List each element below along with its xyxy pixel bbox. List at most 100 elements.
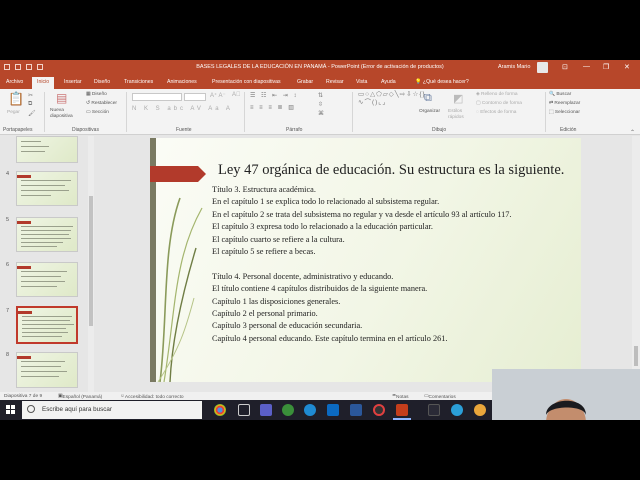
app-icon[interactable] (428, 404, 440, 416)
thumbnail-number: 8 (6, 352, 10, 358)
tab-grabar[interactable]: Grabar (297, 79, 313, 85)
shape-outline-button[interactable]: ▢ Contorno de forma (476, 101, 522, 106)
align-text-icon[interactable]: ⇳ (318, 101, 323, 108)
slide-thumbnail-7[interactable] (16, 306, 78, 344)
windows-start-button[interactable] (6, 405, 16, 415)
ribbon-display-options-icon[interactable]: ⊡ (562, 63, 568, 71)
list-icons[interactable]: ☰ ☷ ⇤ ⇥ ↕ (250, 92, 298, 99)
shape-fill-button[interactable]: ◈ Relleno de forma (476, 92, 518, 97)
copy-icon[interactable]: ⧉ (28, 101, 32, 108)
thumb-line (21, 195, 51, 196)
font-name-combo[interactable] (132, 93, 182, 101)
restore-button[interactable]: ❐ (603, 63, 609, 71)
shape-effects-button[interactable]: ◌ Efectos de forma (476, 110, 516, 115)
group-portapapeles: Portapapeles (3, 127, 33, 133)
thumbnail-scrollbar[interactable] (88, 136, 94, 392)
grow-font-icon[interactable]: A⁺ A⁻ (210, 92, 226, 99)
tell-me-label: ¿Qué desea hacer? (422, 79, 469, 85)
app-icon[interactable] (282, 404, 294, 416)
powerpoint-icon[interactable] (396, 404, 408, 416)
slide-line: El capítulo 3 expresa todo lo relacionad… (212, 222, 433, 232)
app-icon[interactable] (474, 404, 486, 416)
quick-styles-button[interactable]: Estilos rápidos (448, 109, 470, 121)
task-view-icon[interactable] (238, 404, 250, 416)
new-slide-button[interactable]: Nueva diapositiva (50, 108, 80, 120)
quick-styles-icon[interactable]: ◩ (453, 92, 463, 105)
align-icons[interactable]: ≡ ≡ ≡ ≣ ▥ (250, 104, 296, 111)
text-direction-icon[interactable]: ⇅ (318, 92, 323, 99)
taskbar-search-box[interactable]: Escribe aquí para buscar (22, 401, 202, 419)
tab-archivo[interactable]: Archivo (6, 79, 23, 85)
font-size-combo[interactable] (184, 93, 206, 101)
tell-me-search[interactable]: 💡 ¿Qué desea hacer? (415, 79, 469, 85)
tab-revisar[interactable]: Revisar (326, 79, 344, 85)
collapse-ribbon-icon[interactable]: ⌃ (630, 129, 635, 136)
slide-scrollbar[interactable] (632, 136, 640, 392)
slide-title[interactable]: Ley 47 orgánica de educación. Su estruct… (218, 162, 564, 179)
tab-inicio[interactable]: Inicio (32, 77, 55, 89)
word-icon[interactable] (350, 404, 362, 416)
clear-format-icon[interactable]: A⃠ (232, 92, 241, 98)
replace-button[interactable]: ⇄ Reemplazar (549, 101, 580, 106)
select-button[interactable]: ⬚ Seleccionar (549, 110, 580, 115)
reset-button[interactable]: ↺ Restablecer (86, 101, 117, 106)
user-name[interactable]: Aramis Mario (498, 64, 530, 70)
recorder-icon[interactable] (373, 404, 385, 416)
letterbox-top (0, 0, 640, 60)
current-slide[interactable]: Ley 47 orgánica de educación. Su estruct… (150, 138, 581, 382)
arrange-icon[interactable]: ⧉ (424, 92, 432, 105)
language-status[interactable]: ▣ Español (Panamá) (58, 394, 102, 401)
find-button[interactable]: 🔍 Buscar (549, 92, 571, 97)
cut-icon[interactable]: ✂ (28, 92, 33, 99)
format-painter-icon[interactable]: 🖌 (28, 110, 36, 117)
edge-icon[interactable] (304, 404, 316, 416)
close-button[interactable]: ✕ (624, 63, 630, 71)
thumb-line (21, 185, 65, 186)
avatar[interactable] (537, 62, 548, 73)
shapes-gallery-icon[interactable]: ▭○△⬠▱◇╲⇨⇩☆{}∿⌒()⌞⌟ (358, 91, 425, 107)
tab-ayuda[interactable]: Ayuda (381, 79, 396, 85)
outlook-icon[interactable] (327, 404, 339, 416)
paste-icon[interactable]: 📋 (8, 91, 24, 107)
accessibility-status[interactable]: ☺ Accesibilidad: todo correcto (120, 394, 184, 401)
tab-vista[interactable]: Vista (356, 79, 367, 85)
slide-counter: Diapositiva 7 de 9 (4, 393, 43, 399)
new-slide-icon[interactable]: ▤ (56, 91, 67, 105)
help-icon[interactable] (451, 404, 463, 416)
thumb-line (21, 230, 71, 231)
shape-outline-label: Contorno de forma (481, 101, 522, 106)
tab-animaciones[interactable]: Animaciones (167, 79, 197, 85)
scrollbar-thumb[interactable] (634, 346, 638, 366)
font-format-icons[interactable]: N K S abc AV Aa A (132, 106, 233, 112)
tab-transiciones[interactable]: Transiciones (124, 79, 153, 85)
thumb-line (22, 332, 68, 333)
slide-thumbnail-8[interactable] (16, 352, 78, 388)
layout-button[interactable]: ▦ Diseño (86, 92, 107, 97)
slide-thumbnail-3[interactable] (16, 136, 78, 163)
slide-thumbnail-4[interactable] (16, 171, 78, 206)
shape-fill-label: Relleno de forma (481, 92, 518, 97)
minimize-button[interactable]: — (583, 63, 590, 70)
chrome-icon[interactable] (214, 404, 226, 416)
thumb-title-bar (17, 356, 31, 359)
slide-thumbnail-5[interactable] (16, 217, 78, 252)
windows-logo-pane (6, 410, 10, 414)
presenter-video (492, 369, 640, 420)
thumb-title-bar (18, 311, 32, 314)
thumb-title-bar (17, 221, 31, 224)
comments-button[interactable]: ▭ Comentarios (424, 394, 456, 401)
thumb-line (22, 336, 62, 337)
scrollbar-thumb[interactable] (89, 196, 93, 326)
teams-icon[interactable] (260, 404, 272, 416)
notes-button[interactable]: ≐ Notas (392, 394, 409, 401)
thumbnail-number: 6 (6, 262, 10, 268)
arrange-button[interactable]: Organizar (419, 109, 440, 114)
tab-insertar[interactable]: Insertar (64, 79, 82, 85)
section-button[interactable]: ▭ Sección (86, 110, 109, 115)
smartart-icon[interactable]: ⌘ (318, 110, 324, 117)
tab-presentacion[interactable]: Presentación con diapositivas (212, 79, 281, 85)
tab-diseno[interactable]: Diseño (94, 79, 110, 85)
slide-body[interactable]: Título 3. Estructura académica. En el ca… (212, 184, 511, 345)
paste-button[interactable]: Pegar (7, 110, 20, 115)
slide-thumbnail-6[interactable] (16, 262, 78, 297)
